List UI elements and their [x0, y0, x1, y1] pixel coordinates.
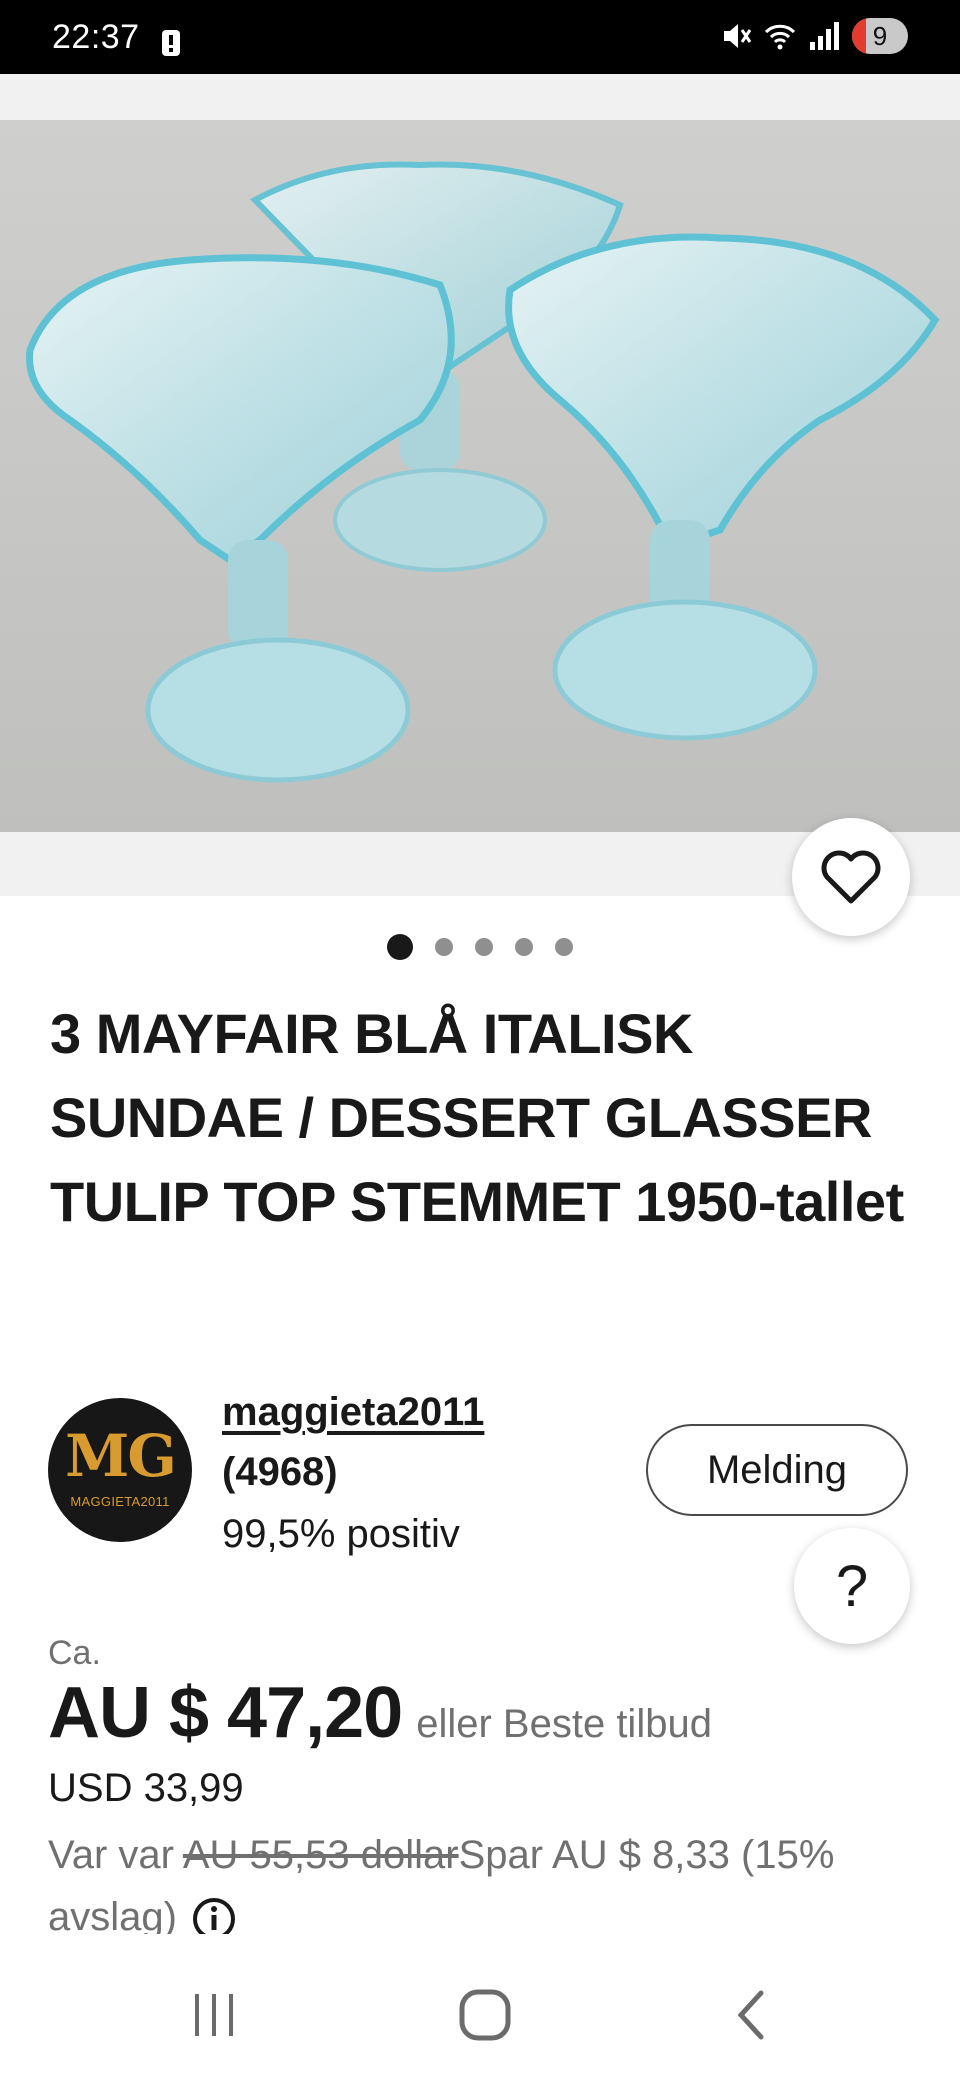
- seller-logo-subtext: MAGGIETA2011: [70, 1494, 170, 1509]
- product-image[interactable]: [0, 120, 960, 832]
- was-prefix: Var var: [48, 1833, 183, 1877]
- mute-icon: [724, 24, 752, 48]
- was-price: AU 55,53 dollar: [182, 1833, 459, 1877]
- pager-dot[interactable]: [555, 938, 573, 956]
- alert-icon: [162, 30, 180, 56]
- help-button[interactable]: ?: [794, 1528, 910, 1644]
- price-usd: USD 33,99: [48, 1766, 244, 1810]
- seller-name-link[interactable]: maggieta2011: [222, 1390, 484, 1435]
- favorite-button[interactable]: [792, 818, 910, 936]
- battery-level: 9: [872, 21, 888, 51]
- signal-icon: [810, 22, 839, 50]
- seller-feedback-count: (4968): [222, 1450, 338, 1494]
- home-icon[interactable]: [457, 1987, 513, 2043]
- clock: 22:37: [52, 18, 140, 56]
- status-icons: 9: [720, 18, 908, 54]
- system-nav-bar: [0, 1950, 960, 2080]
- pager-dot[interactable]: [515, 938, 533, 956]
- message-seller-button[interactable]: Melding: [646, 1424, 908, 1516]
- status-bar: 22:37 9: [0, 0, 960, 74]
- listing-title: 3 MAYFAIR BLÅ ITALISK SUNDAE / DESSERT G…: [50, 1002, 904, 1233]
- seller-positive-rating: 99,5% positiv: [222, 1512, 460, 1556]
- recent-apps-icon[interactable]: [189, 1990, 239, 2040]
- price-row: AU $ 47,20 eller Beste tilbud: [48, 1672, 712, 1754]
- pager-dot-active[interactable]: [387, 934, 413, 960]
- battery-icon: 9: [852, 18, 908, 54]
- seller-avatar[interactable]: MG MAGGIETA2011: [48, 1398, 192, 1542]
- best-offer-label: eller Beste tilbud: [416, 1702, 712, 1746]
- wifi-icon: [764, 24, 796, 50]
- original-price-row: Var var AU 55,53 dollarSpar AU $ 8,33 (1…: [48, 1824, 918, 1948]
- seller-logo-mark: MG: [65, 1422, 177, 1490]
- pager-dot[interactable]: [435, 938, 453, 956]
- back-icon[interactable]: [731, 1987, 771, 2043]
- gallery-background: [0, 74, 960, 120]
- glasses-illustration: [0, 120, 960, 832]
- pager-dot[interactable]: [475, 938, 493, 956]
- gallery-pager: [0, 934, 960, 960]
- price-amount: AU $ 47,20: [48, 1673, 403, 1753]
- heart-outline-icon: [821, 850, 881, 904]
- price-approx-label: Ca.: [48, 1634, 101, 1672]
